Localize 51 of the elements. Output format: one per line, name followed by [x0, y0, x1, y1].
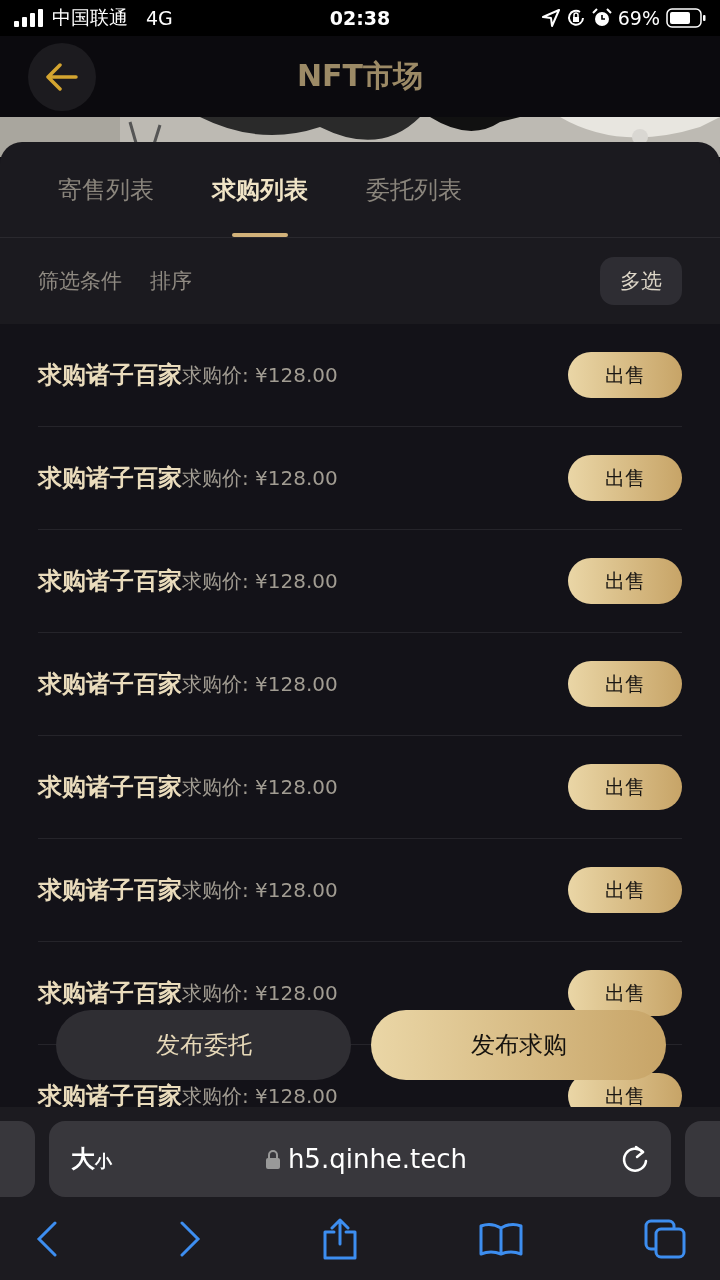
rotation-lock-icon [565, 8, 586, 28]
publish-buy-button[interactable]: 发布求购 [371, 1010, 666, 1080]
sort-link[interactable]: 排序 [150, 267, 192, 295]
signal-icon [14, 9, 44, 27]
bookmarks-icon[interactable] [479, 1221, 523, 1256]
share-icon[interactable] [322, 1217, 358, 1260]
reload-icon[interactable] [621, 1144, 649, 1174]
publish-entrust-button[interactable]: 发布委托 [56, 1010, 351, 1080]
multi-select-button[interactable]: 多选 [600, 257, 682, 305]
item-price: 求购价: ¥128.00 [182, 979, 338, 1007]
item-price: 求购价: ¥128.00 [182, 1082, 338, 1107]
sell-button[interactable]: 出售 [568, 661, 682, 707]
item-price: 求购价: ¥128.00 [182, 670, 338, 698]
sell-button[interactable]: 出售 [568, 352, 682, 398]
sell-button[interactable]: 出售 [568, 558, 682, 604]
battery-icon [666, 8, 706, 28]
clock: 02:38 [328, 7, 392, 29]
item-price: 求购价: ¥128.00 [182, 773, 338, 801]
item-title: 求购诸子百家 [38, 463, 182, 494]
item-title: 求购诸子百家 [38, 669, 182, 700]
item-price: 求购价: ¥128.00 [182, 361, 338, 389]
tab[interactable]: 委托列表 [356, 142, 472, 237]
page-title: NFT市场 [296, 58, 424, 93]
tabs-icon[interactable] [644, 1218, 686, 1259]
sell-button[interactable]: 出售 [568, 970, 682, 1016]
battery-percent: 69% [617, 7, 660, 29]
sell-button[interactable]: 出售 [568, 764, 682, 810]
item-price: 求购价: ¥128.00 [182, 567, 338, 595]
tab[interactable]: 求购列表 [202, 142, 318, 237]
filter-link[interactable]: 筛选条件 [38, 267, 122, 295]
sell-button[interactable]: 出售 [568, 455, 682, 501]
item-title: 求购诸子百家 [38, 978, 182, 1009]
tab[interactable]: 寄售列表 [48, 142, 164, 237]
item-title: 求购诸子百家 [38, 566, 182, 597]
address-bar[interactable]: 大小 h5.qinhe.tech [49, 1121, 671, 1197]
item-price: 求购价: ¥128.00 [182, 464, 338, 492]
forward-icon[interactable] [179, 1220, 201, 1257]
alarm-icon [591, 8, 612, 28]
lock-icon [265, 1149, 280, 1169]
carrier-name: 中国联通 [52, 5, 128, 30]
item-price: 求购价: ¥128.00 [182, 876, 338, 904]
item-title: 求购诸子百家 [38, 360, 182, 391]
network-type: 4G [146, 7, 173, 29]
url-text: h5.qinhe.tech [287, 1144, 468, 1174]
back-arrow-icon [46, 62, 78, 91]
location-icon [541, 9, 560, 27]
sell-button[interactable]: 出售 [568, 867, 682, 913]
back-icon[interactable] [36, 1220, 58, 1257]
item-title: 求购诸子百家 [38, 875, 182, 906]
text-size-button[interactable]: 大小 [71, 1143, 112, 1175]
item-title: 求购诸子百家 [38, 772, 182, 803]
